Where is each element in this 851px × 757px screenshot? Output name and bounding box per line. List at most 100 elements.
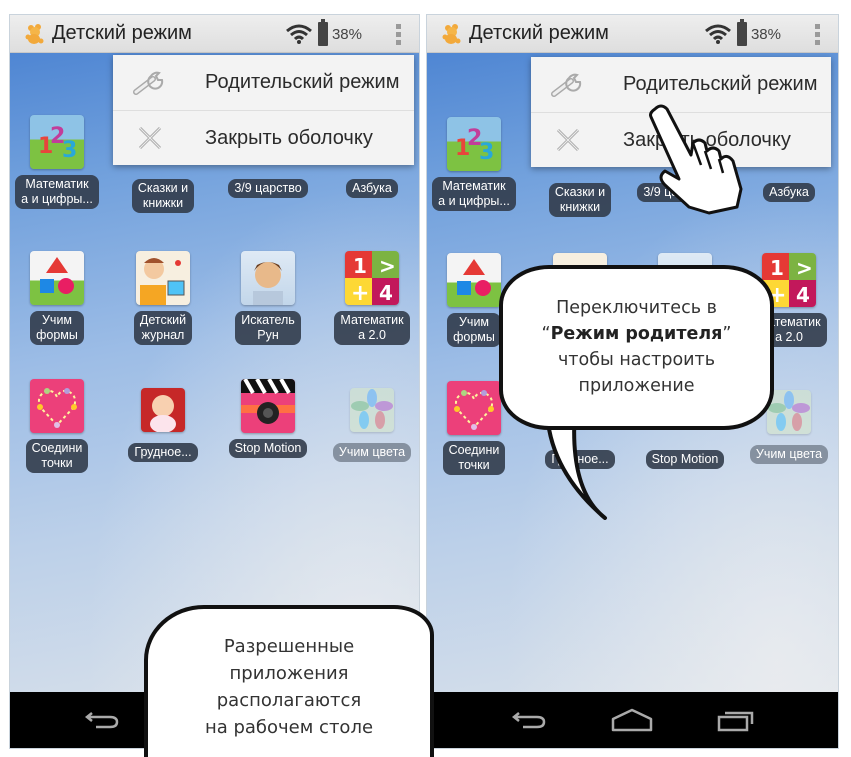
overflow-menu-icon[interactable] — [815, 23, 820, 45]
overflow-menu: Родительский режим Закрыть оболочку — [113, 55, 414, 165]
app-label: Математик а 2.0 — [334, 311, 410, 345]
home-button[interactable] — [610, 705, 654, 735]
app-label: Детский журнал — [133, 311, 193, 345]
callout-line-bold: “Режим родителя” — [503, 321, 770, 347]
app-learn-colors[interactable]: Учим цвета — [322, 383, 419, 462]
phone-screen-right: Детский режим 38% Родительский режим Зак… — [426, 14, 839, 749]
menu-item-label: Родительский режим — [623, 73, 818, 95]
app-fairy-tales[interactable]: Сказки и книжки — [530, 177, 630, 217]
svg-text:4: 4 — [379, 281, 393, 305]
app-stop-motion[interactable]: Stop Motion — [218, 379, 318, 458]
wifi-icon — [705, 24, 731, 44]
color-petals-icon — [767, 390, 811, 434]
app-stop-motion[interactable]: Stop Motion — [635, 444, 735, 469]
menu-item-parent-mode[interactable]: Родительский режим — [113, 55, 414, 110]
callout-line: на рабочем столе — [204, 717, 374, 738]
svg-text:>: > — [796, 256, 813, 280]
svg-text:4: 4 — [796, 283, 810, 307]
svg-text:1: 1 — [770, 256, 784, 280]
close-x-icon — [133, 125, 167, 151]
quote-open: “ — [541, 324, 551, 344]
back-button[interactable] — [80, 705, 124, 735]
svg-text:3: 3 — [62, 138, 77, 163]
app-label: Учим формы — [447, 313, 501, 347]
svg-text:>: > — [379, 254, 396, 278]
app-label: Искатель Рун — [235, 311, 301, 345]
shapes-icon — [30, 251, 84, 305]
back-button[interactable] — [507, 705, 551, 735]
callout-switch-parent-mode: Переключитесь в “Режим родителя” чтобы н… — [499, 265, 774, 430]
app-label: Грудное... — [128, 443, 198, 462]
battery-icon — [317, 19, 328, 46]
app-label: Математик а и цифры... — [432, 177, 516, 211]
app-math-2[interactable]: 1 > +4 Математик а 2.0 — [322, 251, 419, 345]
home-icon — [612, 708, 653, 732]
color-petals-icon — [350, 388, 394, 432]
math-2-icon: 1 > +4 — [345, 251, 399, 305]
app-label: Математик а и цифры... — [15, 175, 99, 209]
kids-journal-icon — [136, 251, 190, 305]
shapes-icon — [447, 253, 501, 307]
bear-logo-icon — [441, 23, 463, 45]
navigation-bar — [427, 692, 838, 748]
wifi-icon — [286, 24, 312, 44]
battery-percent: 38% — [750, 25, 781, 43]
close-x-icon — [551, 127, 585, 153]
app-kids-journal[interactable]: Детский журнал — [113, 251, 213, 345]
app-label: Азбука — [763, 183, 815, 202]
bear-logo-icon — [24, 23, 46, 45]
app-label: Учим цвета — [749, 445, 829, 464]
app-label: Учим цвета — [332, 443, 412, 462]
back-arrow-icon — [84, 712, 119, 729]
callout-line: чтобы настроить — [557, 350, 716, 370]
battery-percent: 38% — [331, 25, 362, 43]
app-kingdom[interactable]: 3/9 царство — [218, 173, 318, 198]
app-baby[interactable]: Грудное... — [113, 383, 213, 462]
wrench-icon — [133, 70, 167, 96]
app-label: Сказки и книжки — [548, 183, 612, 217]
app-fairy-tales[interactable]: Сказки и книжки — [113, 173, 213, 213]
status-bar: Детский режим 38% — [10, 15, 419, 53]
app-label: Азбука — [346, 179, 398, 198]
wrench-icon — [551, 72, 585, 98]
baby-icon — [141, 388, 185, 432]
clapperboard-camera-icon — [241, 379, 295, 433]
app-alphabet[interactable]: Азбука — [739, 177, 838, 202]
app-label: Учим формы — [30, 311, 84, 345]
callout-line: приложение — [578, 376, 695, 396]
app-label: Сказки и книжки — [131, 179, 195, 213]
app-label: Stop Motion — [645, 450, 725, 469]
overflow-menu-icon[interactable] — [396, 23, 401, 45]
back-arrow-icon — [511, 712, 546, 729]
quote-close: ” — [722, 324, 732, 344]
numbers-123-icon: 123 — [30, 115, 84, 169]
app-label: 3/9 царство — [228, 179, 308, 198]
connect-dots-icon — [30, 379, 84, 433]
menu-item-label: Закрыть оболочку — [205, 126, 373, 149]
app-connect-dots[interactable]: Соедини точки — [10, 379, 107, 473]
recent-apps-button[interactable] — [714, 705, 758, 735]
callout-line: Переключитесь в — [556, 298, 717, 318]
menu-item-close-shell[interactable]: Закрыть оболочку — [113, 110, 414, 165]
app-math-numbers[interactable]: 123 Математик а и цифры... — [427, 117, 524, 211]
callout-line: Разрешенные — [223, 636, 355, 657]
battery-icon — [736, 19, 747, 46]
callout-line: приложения — [229, 663, 349, 684]
svg-text:+: + — [351, 281, 369, 305]
app-label: Stop Motion — [228, 439, 308, 458]
parent-mode-emphasis: Режим родителя — [550, 324, 723, 344]
numbers-123-icon: 123 — [447, 117, 501, 171]
svg-text:1: 1 — [353, 254, 367, 278]
recent-apps-icon — [717, 711, 754, 732]
callout-allowed-apps: Разрешенные приложения располагаются на … — [144, 605, 434, 757]
connect-dots-icon — [447, 381, 501, 435]
app-title: Детский режим — [469, 22, 609, 44]
app-rune-seeker[interactable]: Искатель Рун — [218, 251, 318, 345]
menu-item-label: Родительский режим — [205, 71, 400, 93]
status-bar: Детский режим 38% — [427, 15, 838, 53]
app-shapes[interactable]: Учим формы — [10, 251, 107, 345]
callout-line: располагаются — [216, 690, 362, 711]
app-math-numbers[interactable]: 123 Математик а и цифры... — [10, 115, 107, 209]
app-alphabet[interactable]: Азбука — [322, 173, 419, 198]
app-label: Соедини точки — [25, 439, 89, 473]
